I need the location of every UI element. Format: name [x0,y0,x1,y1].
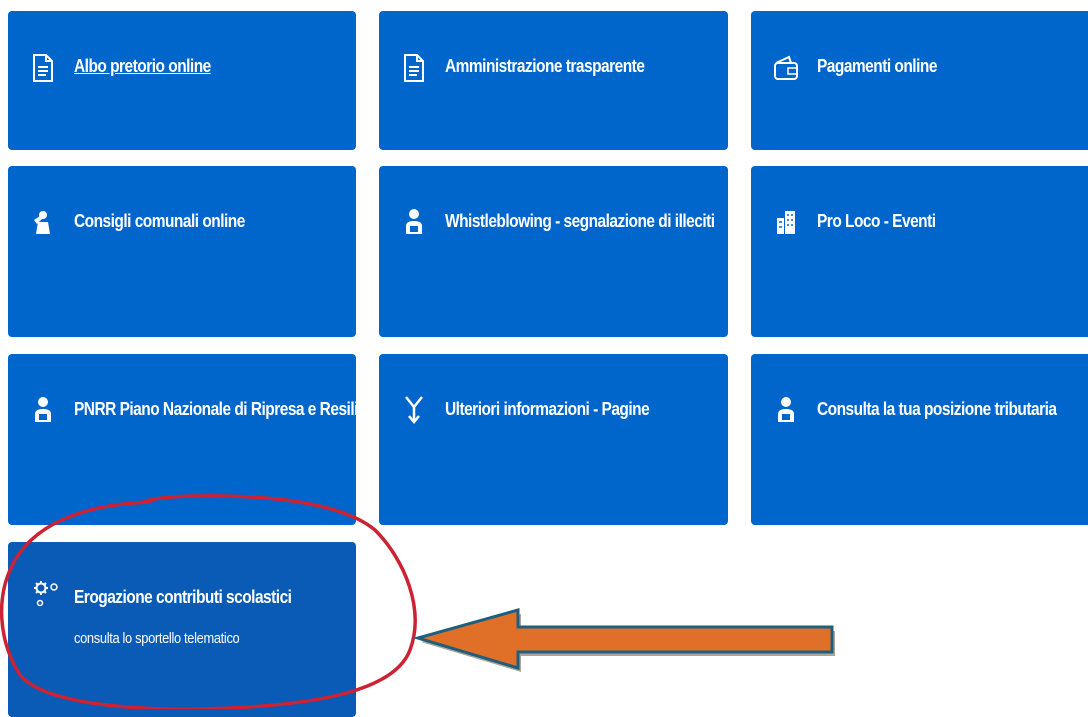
tile-label[interactable]: Amministrazione trasparente [445,49,781,83]
tile-label[interactable]: Whistleblowing - segnalazione di illecit… [445,204,781,238]
tile-pagamenti-online[interactable]: Pagamenti online [751,11,1088,150]
tile-pnrr[interactable]: PNRR Piano Nazionale di Ripresa e Resili… [8,354,391,525]
tile-ulteriori-informazioni[interactable]: Ulteriori informazioni - Pagine [379,354,728,525]
gears-icon [32,578,60,608]
tile-label[interactable]: Ulteriori informazioni - Pagine [445,392,781,426]
fork-arrow-icon [403,394,425,424]
annotation-arrow [412,608,835,672]
tile-label[interactable]: Consulta la tua posizione tributaria [817,392,1088,426]
document-icon [403,53,425,83]
tile-label[interactable]: Consigli comunali online [74,204,409,238]
wallet-icon [773,53,799,83]
user-icon [775,394,797,424]
meeting-icon [32,206,54,236]
tile-amministrazione-trasparente[interactable]: Amministrazione trasparente [379,11,728,150]
tile-pro-loco[interactable]: Pro Loco - Eventi [751,166,1088,337]
tile-whistleblowing[interactable]: Whistleblowing - segnalazione di illecit… [379,166,728,337]
tile-erogazione-contributi[interactable]: Erogazione contributi scolastici consult… [8,542,356,717]
buildings-icon [775,206,797,236]
user-icon [403,206,425,236]
tile-posizione-tributaria[interactable]: Consulta la tua posizione tributaria [751,354,1088,525]
tile-subtitle: consulta lo sportello telematico [74,630,240,647]
tile-label[interactable]: Pro Loco - Eventi [817,204,1088,238]
tile-label[interactable]: Pagamenti online [817,49,1088,83]
tile-label[interactable]: Erogazione contributi scolastici [74,580,409,614]
tile-label[interactable]: Albo pretorio online [74,49,409,83]
document-icon [32,53,54,83]
tile-label[interactable]: PNRR Piano Nazionale di Ripresa e Resili… [74,392,409,426]
user-icon [32,394,54,424]
tile-albo-pretorio[interactable]: Albo pretorio online [8,11,356,150]
tile-consigli-comunali[interactable]: Consigli comunali online [8,166,356,337]
